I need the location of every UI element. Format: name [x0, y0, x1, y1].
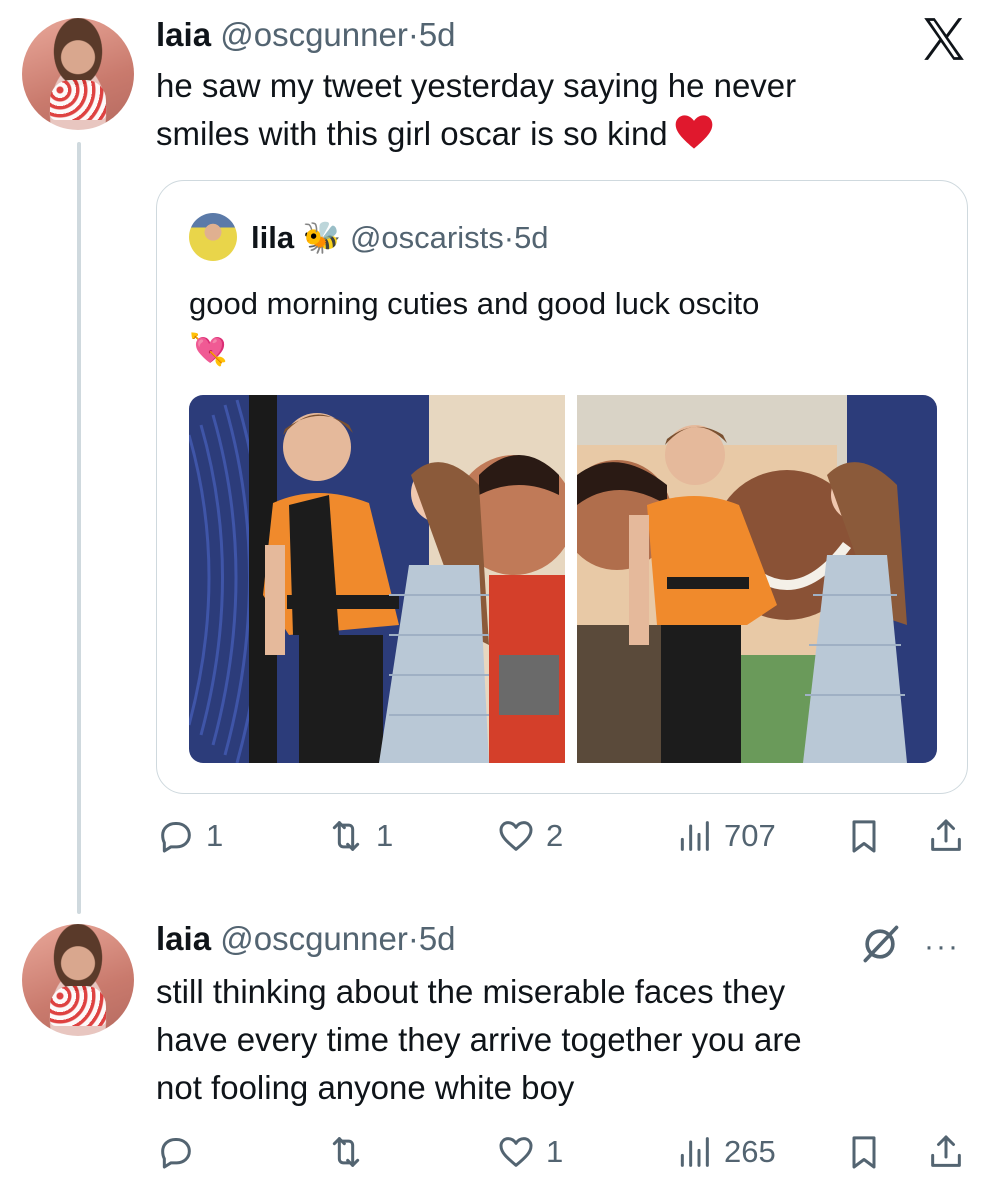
bookmark-button[interactable]: [844, 1132, 884, 1172]
tweet-text-line: have every time they arrive together you…: [156, 1021, 802, 1058]
heart-icon: [499, 1137, 533, 1167]
tweet-photo-2[interactable]: [577, 395, 937, 763]
tweet-header: laia @oscgunner·5d: [156, 920, 456, 958]
grok-icon[interactable]: [858, 922, 902, 966]
tweet-actions: 1 265: [156, 1132, 966, 1182]
like-count: 2: [546, 818, 564, 853]
quoted-timestamp: 5d: [514, 220, 549, 255]
reply-icon: [161, 822, 191, 853]
tweet-text: he saw my tweet yesterday saying he neve…: [156, 62, 916, 158]
bookmark-icon: [852, 1136, 876, 1169]
tweet-actions: 1 1 2 707: [156, 816, 966, 866]
repost-icon: [332, 821, 360, 851]
separator-dot: ·: [407, 16, 419, 53]
timestamp[interactable]: 5d: [419, 920, 456, 957]
quoted-author-name[interactable]: lila: [251, 220, 294, 255]
reply-button[interactable]: 1: [156, 816, 223, 856]
heart-icon: [499, 821, 533, 851]
analytics-icon: [680, 1137, 709, 1167]
view-count: 707: [724, 818, 776, 853]
view-count: 265: [724, 1134, 776, 1169]
thread-line: [77, 142, 81, 914]
reply-count: 1: [206, 818, 224, 853]
quoted-tweet-header: lila 🐝 @oscarists·5d: [251, 219, 549, 256]
tweet-text-line: still thinking about the miserable faces…: [156, 973, 786, 1010]
repost-button[interactable]: 1: [326, 816, 393, 856]
quoted-author-avatar[interactable]: [189, 213, 237, 261]
like-button[interactable]: 2: [496, 816, 563, 856]
separator-dot: ·: [503, 220, 515, 255]
separator-dot: ·: [407, 920, 419, 957]
author-avatar[interactable]: [22, 924, 134, 1036]
share-button[interactable]: [926, 1132, 966, 1172]
quoted-tweet-card[interactable]: lila 🐝 @oscarists·5d good morning cuties…: [156, 180, 968, 794]
tweet-text: still thinking about the miserable faces…: [156, 968, 916, 1112]
quoted-author-handle[interactable]: @oscarists: [350, 220, 504, 255]
timestamp[interactable]: 5d: [419, 16, 456, 53]
tweet-header: laia @oscgunner·5d: [156, 16, 456, 54]
author-handle[interactable]: @oscgunner: [220, 920, 408, 957]
author-name[interactable]: laia: [156, 920, 211, 957]
more-options-icon[interactable]: ···: [924, 930, 960, 964]
repost-button[interactable]: [326, 1132, 376, 1172]
repost-count: 1: [376, 818, 394, 853]
like-button[interactable]: 1: [496, 1132, 563, 1172]
tweet-text-line: he saw my tweet yesterday saying he neve…: [156, 67, 797, 104]
photo-2-image: [577, 395, 937, 763]
bookmark-button[interactable]: [844, 816, 884, 856]
views-button[interactable]: 707: [674, 816, 776, 856]
views-button[interactable]: 265: [674, 1132, 776, 1172]
reply-button[interactable]: [156, 1132, 206, 1172]
heart-arrow-emoji-icon: 💘: [189, 332, 228, 367]
share-button[interactable]: [926, 816, 966, 856]
tweet-text-line: not fooling anyone white boy: [156, 1069, 575, 1106]
repost-icon: [332, 1137, 360, 1167]
author-handle[interactable]: @oscgunner: [220, 16, 408, 53]
author-avatar[interactable]: [22, 18, 134, 130]
analytics-icon: [680, 821, 709, 851]
heart-emoji-icon: [675, 115, 712, 149]
reply-icon: [161, 1138, 191, 1169]
bee-emoji-icon: 🐝: [302, 220, 342, 255]
photo-1-image: [189, 395, 565, 763]
share-icon: [931, 1135, 961, 1167]
tweet-text-line: smiles with this girl oscar is so kind: [156, 115, 668, 152]
tweet-photo-1[interactable]: [189, 395, 565, 763]
author-name[interactable]: laia: [156, 16, 211, 53]
share-icon: [931, 819, 961, 851]
quoted-tweet-text: good morning cuties and good luck oscito…: [189, 281, 949, 373]
bookmark-icon: [852, 820, 876, 853]
quoted-text-line: good morning cuties and good luck oscito: [189, 286, 760, 321]
like-count: 1: [546, 1134, 564, 1169]
x-logo-icon: [924, 18, 964, 60]
